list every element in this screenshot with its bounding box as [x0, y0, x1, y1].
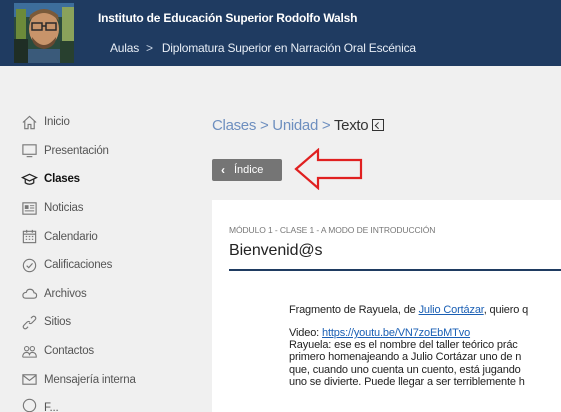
- chevron-left-icon: ‹: [221, 163, 225, 177]
- fragment-line: Fragmento de Rayuela, de Julio Cortázar,…: [289, 304, 528, 316]
- index-button[interactable]: ‹ Índice: [212, 159, 282, 181]
- sidebar-item-contactos[interactable]: Contactos: [0, 337, 204, 366]
- sidebar-item-presentacion[interactable]: Presentación: [0, 137, 204, 166]
- sidebar-item-sitios[interactable]: Sitios: [0, 308, 204, 337]
- page-title: Bienvenid@s: [229, 242, 323, 259]
- sidebar-item-clases[interactable]: Clases: [0, 165, 204, 194]
- sidebar-item-label: Archivos: [44, 287, 87, 300]
- video-link[interactable]: https://youtu.be/VN7zoEbMTvo: [322, 327, 470, 339]
- index-button-label: Índice: [234, 164, 264, 176]
- calendar-icon: [21, 228, 38, 245]
- collapse-square-icon[interactable]: [372, 119, 385, 131]
- module-label: MÓDULO 1 - CLASE 1 - A MODO DE INTRODUCC…: [229, 225, 436, 235]
- sidebar-item-label: Calendario: [44, 230, 98, 243]
- sidebar-item-label: Mensajería interna: [44, 373, 136, 386]
- content-breadcrumb: Clases > Unidad > Texto: [212, 117, 385, 134]
- breadcrumb-aulas[interactable]: Aulas: [110, 41, 139, 55]
- sidebar-item-label: Sitios: [44, 316, 71, 329]
- sidebar-item-label: Inicio: [44, 116, 70, 129]
- sidebar-item-label: Calificaciones: [44, 259, 113, 272]
- link-icon: [21, 314, 38, 331]
- sidebar-item-label: F...: [44, 401, 59, 412]
- fragment-prefix: Fragmento de Rayuela, de: [289, 304, 419, 316]
- newspaper-icon: [21, 200, 38, 217]
- sidebar-item-label: Noticias: [44, 202, 84, 215]
- breadcrumb-separator: >: [146, 41, 153, 55]
- breadcrumb-separator: >: [321, 117, 331, 134]
- title-divider: [229, 269, 561, 271]
- video-line: Video: https://youtu.be/VN7zoEbMTvo: [289, 327, 470, 339]
- cloud-icon: [21, 285, 38, 302]
- video-label: Video:: [289, 327, 320, 339]
- graduation-cap-icon: [21, 171, 38, 188]
- sidebar-item-noticias[interactable]: Noticias: [0, 194, 204, 223]
- red-arrow-icon: [294, 148, 363, 190]
- breadcrumb: Aulas > Diplomatura Superior en Narración …: [110, 41, 416, 55]
- intro-paragraph: Rayuela: ese es el nombre del taller teó…: [289, 339, 561, 412]
- author-link[interactable]: Julio Cortázar: [419, 304, 484, 316]
- home-icon: [21, 114, 38, 131]
- breadcrumb-unidad[interactable]: Unidad: [272, 117, 318, 134]
- sidebar-nav: Inicio Presentación Clases Noticias Cale…: [0, 108, 204, 412]
- sidebar-item-label: Presentación: [44, 144, 109, 157]
- sidebar-item-foros[interactable]: F...: [0, 394, 204, 412]
- institution-name: Instituto de Educación Superior Rodolfo …: [98, 11, 358, 25]
- paragraph-line: que, cuando uno cuenta un cuento, está j…: [289, 363, 521, 376]
- top-header: Instituto de Educación Superior Rodolfo …: [0, 0, 561, 66]
- breadcrumb-course[interactable]: Diplomatura Superior en Narración Oral E…: [162, 41, 416, 55]
- sidebar-item-label: Contactos: [44, 345, 94, 358]
- check-circle-icon: [21, 257, 38, 274]
- sidebar-item-inicio[interactable]: Inicio: [0, 108, 204, 137]
- sidebar-item-mensajeria[interactable]: Mensajería interna: [0, 365, 204, 394]
- fragment-suffix: , quiero q: [483, 304, 529, 316]
- breadcrumb-texto: Texto: [333, 117, 369, 134]
- breadcrumb-separator: >: [259, 117, 269, 134]
- people-icon: [21, 343, 38, 360]
- sidebar-item-calendario[interactable]: Calendario: [0, 222, 204, 251]
- forum-icon: [21, 397, 38, 412]
- subheader-band: [0, 66, 561, 102]
- sidebar-item-archivos[interactable]: Archivos: [0, 280, 204, 309]
- avatar[interactable]: [14, 3, 74, 63]
- envelope-icon: [21, 371, 38, 388]
- breadcrumb-clases[interactable]: Clases: [212, 117, 256, 134]
- paragraph-line: primero homenajeando a Julio Cortázar un…: [289, 351, 522, 364]
- sidebar-item-label: Clases: [44, 173, 80, 186]
- paragraph-line: uno se divierte. Puede llegar a ser terr…: [289, 375, 525, 388]
- monitor-icon: [21, 142, 38, 159]
- paragraph-line: Rayuela: ese es el nombre del taller teó…: [289, 339, 518, 351]
- sidebar-item-calificaciones[interactable]: Calificaciones: [0, 251, 204, 280]
